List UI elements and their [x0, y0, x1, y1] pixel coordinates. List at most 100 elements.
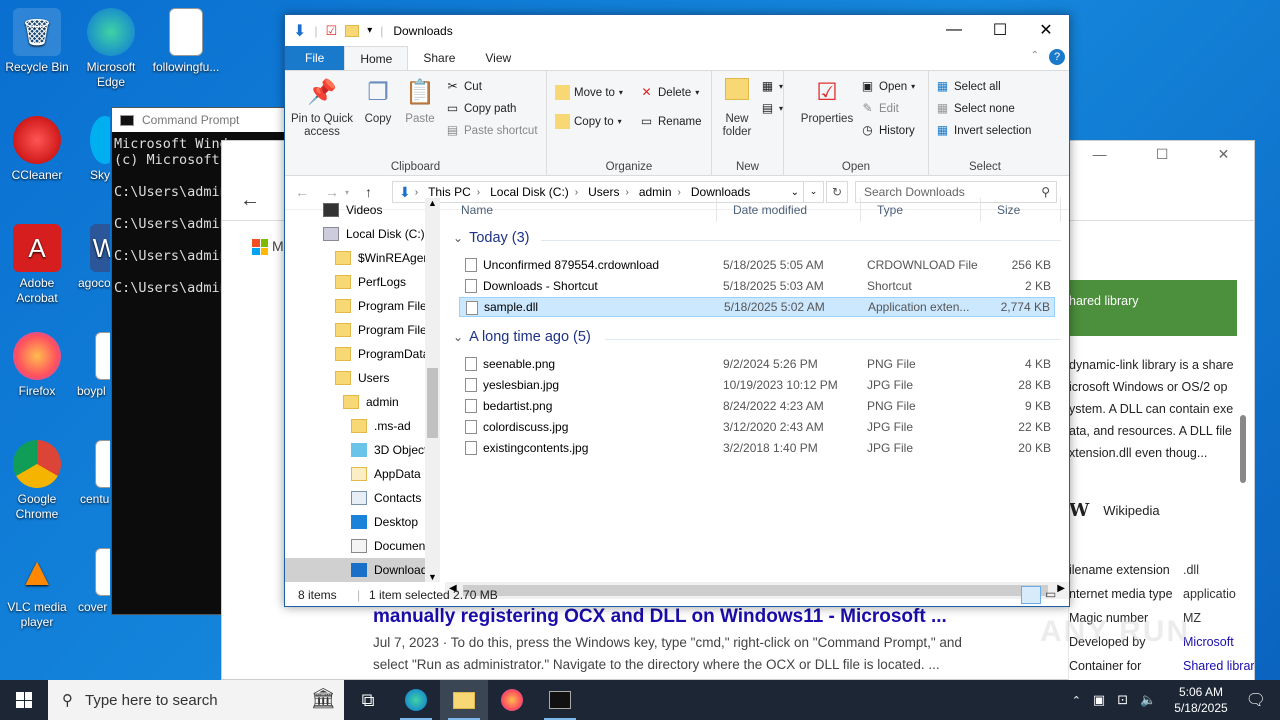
group-header[interactable]: ⌄ A long time ago (5)	[453, 329, 591, 345]
nav-item[interactable]: .ms-ad	[285, 414, 440, 438]
desktop-icon-firefox[interactable]: Firefox	[1, 332, 73, 399]
edit-button[interactable]: ✎ Edit	[860, 101, 898, 116]
nav-item[interactable]: $WinREAgent	[285, 246, 440, 270]
breadcrumb-item[interactable]: This PC	[428, 185, 471, 199]
delete-button[interactable]: ✕ Delete ▾	[639, 85, 699, 100]
breadcrumb-item[interactable]: admin	[639, 185, 672, 199]
minimize-icon[interactable]: —	[1093, 146, 1107, 162]
breadcrumb-item[interactable]: Downloads	[691, 185, 750, 199]
file-row[interactable]: colordiscuss.jpg 3/12/2020 2:43 AM JPG Fil…	[459, 417, 1055, 437]
tab-home[interactable]: Home	[344, 46, 409, 70]
chevron-down-icon[interactable]: ⌄	[791, 187, 799, 198]
start-button[interactable]	[0, 680, 48, 720]
breadcrumb-item[interactable]: Users	[588, 185, 619, 199]
new-folder-button[interactable]: New folder	[716, 77, 758, 139]
desktop-icon-chrome[interactable]: Google Chrome	[1, 440, 73, 522]
nav-item[interactable]: Documents	[285, 534, 440, 558]
new-folder-icon[interactable]	[345, 24, 360, 37]
taskbar-file-explorer[interactable]	[440, 680, 488, 720]
customize-dropdown-icon[interactable]: ▾	[367, 25, 372, 36]
file-row[interactable]: bedartist.png 8/24/2022 4:23 AM PNG File 9 …	[459, 396, 1055, 416]
notification-icon[interactable]: 🗨	[1246, 690, 1266, 710]
nav-item[interactable]: 3D Objects	[285, 438, 440, 462]
browser-scrollbar[interactable]	[1240, 415, 1246, 483]
volume-icon[interactable]: 🔈	[1140, 692, 1156, 708]
nav-item[interactable]: Users	[285, 366, 440, 390]
file-row[interactable]: existingcontents.jpg 3/2/2018 1:40 PM JPG …	[459, 438, 1055, 458]
tab-file[interactable]: File	[285, 46, 345, 70]
paste-button[interactable]: 📋 Paste	[401, 77, 439, 126]
history-button[interactable]: ◷ History	[860, 123, 915, 138]
nav-scrollbar[interactable]: ▲ ▼	[425, 198, 440, 582]
column-header-type[interactable]: Type	[861, 198, 981, 222]
help-icon[interactable]: ?	[1049, 49, 1065, 65]
show-hidden-icons[interactable]: ⌃	[1072, 694, 1081, 707]
easy-access-button[interactable]: ▤ ▾	[760, 101, 783, 116]
navigation-pane[interactable]: Videos Local Disk (C:) $WinREAgent PerfLogs…	[285, 198, 440, 582]
desktop-icon-agoco[interactable]: W agoco	[70, 224, 110, 291]
collapse-ribbon-icon[interactable]: ⌃	[1031, 50, 1039, 61]
nav-item[interactable]: Program Files	[285, 318, 440, 342]
desktop-icon-edge[interactable]: Microsoft Edge	[75, 8, 147, 90]
move-to-button[interactable]: Move to ▾	[555, 85, 623, 100]
desktop-icon-centu[interactable]: centu	[70, 440, 110, 507]
taskbar-edge[interactable]	[392, 680, 440, 720]
nav-item[interactable]: Desktop	[285, 510, 440, 534]
desktop-icon-cover[interactable]: cover	[70, 548, 110, 615]
nav-item[interactable]: Local Disk (C:)	[285, 222, 440, 246]
file-row[interactable]: Downloads - Shortcut 5/18/2025 5:03 AM Sho…	[459, 276, 1055, 296]
file-row[interactable]: yeslesbian.jpg 10/19/2023 10:12 PM JPG Fil…	[459, 375, 1055, 395]
group-header[interactable]: ⌄ Today (3)	[453, 230, 530, 246]
desktop-icon-vlc[interactable]: ▲ VLC media player	[1, 548, 73, 630]
nav-item[interactable]: Downloads	[285, 558, 440, 582]
file-row[interactable]: seenable.png 9/2/2024 5:26 PM PNG File 4 KB	[459, 354, 1055, 374]
close-icon[interactable]: ✕	[1218, 146, 1230, 163]
copy-path-button[interactable]: ▭ Copy path	[445, 101, 517, 116]
minimize-button[interactable]: —	[931, 15, 977, 45]
nav-scroll-thumb[interactable]	[427, 368, 438, 438]
task-view-button[interactable]: ⧉	[344, 680, 392, 720]
taskbar-search-box[interactable]: ⚲ Type here to search 🏛	[48, 680, 344, 720]
desktop-icon-recycle-bin[interactable]: 🗑 Recycle Bin	[1, 8, 73, 75]
chevron-down-icon[interactable]: ⌄	[453, 231, 463, 245]
down-arrow-icon[interactable]: ⬇	[293, 21, 306, 41]
breadcrumb-item[interactable]: Local Disk (C:)	[490, 185, 569, 199]
file-row[interactable]: sample.dll 5/18/2025 5:02 AM Application e…	[459, 297, 1055, 317]
invert-selection-button[interactable]: ▦ Invert selection	[935, 123, 1032, 138]
fact-value[interactable]: Shared library	[1183, 659, 1254, 673]
rename-button[interactable]: ▭ Rename	[639, 114, 702, 129]
maximize-button[interactable]: ☐	[977, 15, 1023, 45]
nav-item[interactable]: Videos	[285, 198, 440, 222]
taskbar-firefox[interactable]	[488, 680, 536, 720]
file-list[interactable]: Name Date modified Type Size ⌄ Today (3) U…	[445, 198, 1069, 582]
fact-value[interactable]: Microsoft	[1183, 635, 1234, 649]
chevron-down-icon[interactable]: ⌄	[453, 330, 463, 344]
explorer-titlebar[interactable]: ⬇ | ☑ ▾ | Downloads — ☐ ✕	[285, 15, 1069, 46]
network-icon[interactable]: ▣	[1093, 692, 1105, 708]
select-all-button[interactable]: ▦ Select all	[935, 79, 1001, 94]
result-title-link[interactable]: manually registering OCX and DLL on Wind…	[373, 606, 1053, 628]
cmd-titlebar[interactable]: Command Prompt	[112, 108, 310, 132]
cut-button[interactable]: ✂ Cut	[445, 79, 481, 94]
nav-item[interactable]: Contacts	[285, 486, 440, 510]
back-arrow-icon[interactable]: ←	[240, 189, 260, 212]
close-button[interactable]: ✕	[1023, 15, 1069, 45]
taskbar-cmd[interactable]	[536, 680, 584, 720]
new-item-button[interactable]: ▦ ▾	[760, 79, 783, 94]
tab-share[interactable]: Share	[408, 46, 470, 70]
nav-item[interactable]: ProgramData	[285, 342, 440, 366]
details-view-icon[interactable]	[1021, 586, 1041, 604]
file-row[interactable]: Unconfirmed 879554.crdownload 5/18/2025 5…	[459, 255, 1055, 275]
copy-to-button[interactable]: Copy to ▾	[555, 114, 622, 129]
pin-quick-access-button[interactable]: 📌 Pin to Quick access	[289, 77, 355, 139]
column-header-name[interactable]: Name	[445, 198, 717, 222]
file-explorer-window[interactable]: ⬇ | ☑ ▾ | Downloads — ☐ ✕ File Home Shar…	[284, 14, 1070, 607]
paste-shortcut-button[interactable]: ▤ Paste shortcut	[445, 123, 538, 138]
large-icons-view-icon[interactable]: ▭	[1045, 587, 1056, 601]
desktop-icon-skype[interactable]: Sky	[60, 116, 110, 183]
maximize-icon[interactable]: ☐	[1156, 146, 1169, 163]
nav-item[interactable]: AppData	[285, 462, 440, 486]
column-header-size[interactable]: Size	[981, 198, 1061, 222]
clock[interactable]: 5:06 AM 5/18/2025	[1174, 684, 1227, 716]
scroll-up-icon[interactable]: ▲	[428, 198, 437, 208]
